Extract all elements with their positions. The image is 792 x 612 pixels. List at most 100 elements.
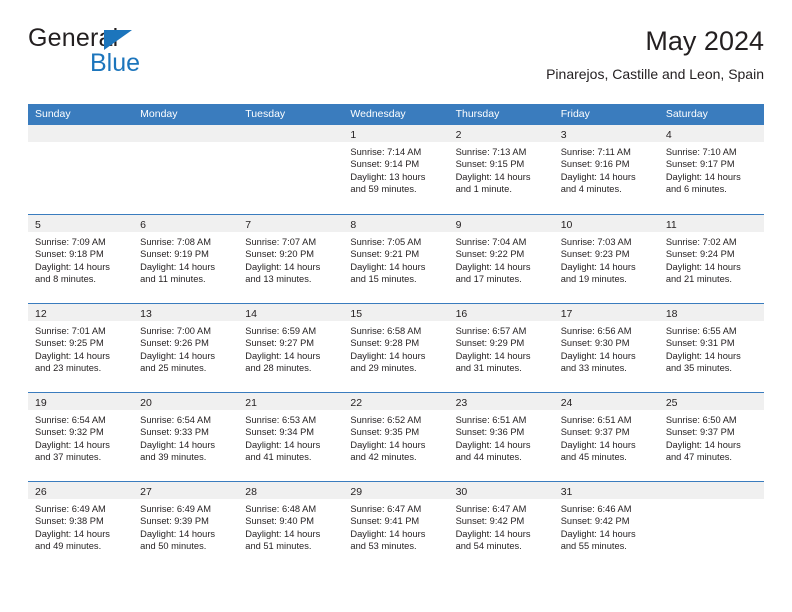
sunrise-text: Sunrise: 7:13 AM [455, 147, 527, 157]
sunset-text: Sunset: 9:36 PM [455, 427, 525, 438]
sunset-text: Sunset: 9:25 PM [35, 338, 104, 349]
day-number-band: 12 [28, 304, 134, 321]
calendar-day-cell[interactable]: 21 Sunrise: 6:53 AM Sunset: 9:34 PM Dayligh… [238, 393, 344, 481]
calendar-day-cell[interactable]: 31 Sunrise: 6:46 AM Sunset: 9:42 PM Dayligh… [553, 482, 659, 570]
day-number-band: 4 [658, 125, 764, 142]
calendar-day-cell[interactable]: 22 Sunrise: 6:52 AM Sunset: 9:35 PM Dayligh… [343, 393, 449, 481]
day-number-band: 23 [448, 393, 554, 410]
daylight-text: Daylight: 14 hours and 55 minutes. [560, 528, 636, 551]
day-number: 14 [245, 308, 257, 320]
day-details: Sunrise: 7:01 AM Sunset: 9:25 PM Daylight:… [28, 321, 133, 374]
calendar-day-cell[interactable]: 29 Sunrise: 6:47 AM Sunset: 9:41 PM Dayligh… [343, 482, 449, 570]
sunset-text: Sunset: 9:24 PM [665, 249, 735, 260]
calendar-day-cell[interactable]: 25 Sunrise: 6:50 AM Sunset: 9:37 PM Dayligh… [658, 393, 764, 481]
calendar-day-cell[interactable]: 9 Sunrise: 7:04 AM Sunset: 9:22 PM Daylight… [448, 215, 554, 303]
day-number-band: 2 [448, 125, 554, 142]
sunset-text: Sunset: 9:41 PM [350, 516, 420, 527]
calendar-day-cell[interactable]: 3 Sunrise: 7:11 AM Sunset: 9:16 PM Daylight… [553, 125, 659, 214]
daylight-text: Daylight: 14 hours and 31 minutes. [455, 350, 531, 373]
calendar-day-cell-empty [238, 125, 344, 214]
daylight-text: Daylight: 14 hours and 35 minutes. [665, 350, 741, 373]
sunrise-text: Sunrise: 7:00 AM [140, 326, 211, 336]
daylight-text: Daylight: 14 hours and 45 minutes. [560, 439, 636, 462]
day-details: Sunrise: 6:50 AM Sunset: 9:37 PM Daylight:… [659, 410, 764, 463]
daylight-text: Daylight: 14 hours and 15 minutes. [350, 261, 426, 284]
calendar-day-cell[interactable]: 23 Sunrise: 6:51 AM Sunset: 9:36 PM Dayligh… [448, 393, 554, 481]
sunrise-text: Sunrise: 7:09 AM [35, 237, 106, 247]
calendar-day-cell[interactable]: 15 Sunrise: 6:58 AM Sunset: 9:28 PM Dayligh… [343, 304, 449, 392]
daylight-text: Daylight: 14 hours and 17 minutes. [455, 261, 531, 284]
day-number: 21 [245, 397, 257, 409]
calendar-day-cell[interactable]: 26 Sunrise: 6:49 AM Sunset: 9:38 PM Dayligh… [28, 482, 134, 570]
daylight-text: Daylight: 14 hours and 8 minutes. [35, 261, 110, 284]
daylight-text: Daylight: 14 hours and 4 minutes. [560, 171, 636, 194]
calendar-day-cell[interactable]: 1 Sunrise: 7:14 AM Sunset: 9:14 PM Daylight… [343, 125, 449, 214]
daylight-text: Daylight: 14 hours and 33 minutes. [560, 350, 636, 373]
sunset-text: Sunset: 9:29 PM [455, 338, 525, 349]
day-number: 9 [455, 219, 462, 231]
daylight-text: Daylight: 14 hours and 44 minutes. [455, 439, 531, 462]
calendar-day-cell[interactable]: 16 Sunrise: 6:57 AM Sunset: 9:29 PM Dayligh… [448, 304, 554, 392]
calendar-day-cell[interactable]: 27 Sunrise: 6:49 AM Sunset: 9:39 PM Dayligh… [133, 482, 239, 570]
daylight-text: Daylight: 14 hours and 53 minutes. [350, 528, 426, 551]
daylight-text: Daylight: 14 hours and 47 minutes. [665, 439, 741, 462]
day-number: 12 [35, 308, 47, 320]
day-number-band [658, 482, 764, 499]
sunset-text: Sunset: 9:20 PM [245, 249, 315, 260]
day-number-band: 30 [448, 482, 554, 499]
sunrise-text: Sunrise: 7:14 AM [350, 147, 422, 157]
day-number-band: 17 [553, 304, 659, 321]
calendar-day-cell[interactable]: 7 Sunrise: 7:07 AM Sunset: 9:20 PM Daylight… [238, 215, 344, 303]
daylight-text: Daylight: 14 hours and 25 minutes. [140, 350, 216, 373]
sunrise-text: Sunrise: 7:08 AM [140, 237, 211, 247]
day-number-band: 3 [553, 125, 659, 142]
daylight-text: Daylight: 14 hours and 49 minutes. [35, 528, 110, 551]
daylight-text: Daylight: 14 hours and 41 minutes. [245, 439, 321, 462]
calendar-day-cell[interactable]: 30 Sunrise: 6:47 AM Sunset: 9:42 PM Dayligh… [448, 482, 554, 570]
sunset-text: Sunset: 9:28 PM [350, 338, 420, 349]
calendar-week-row: 26 Sunrise: 6:49 AM Sunset: 9:38 PM Dayligh… [28, 481, 764, 570]
calendar-day-cell[interactable]: 24 Sunrise: 6:51 AM Sunset: 9:37 PM Dayligh… [553, 393, 659, 481]
sunset-text: Sunset: 9:14 PM [350, 159, 420, 170]
general-blue-logo: General Blue [28, 26, 258, 88]
calendar-day-cell[interactable]: 10 Sunrise: 7:03 AM Sunset: 9:23 PM Dayligh… [553, 215, 659, 303]
calendar-day-cell[interactable]: 28 Sunrise: 6:48 AM Sunset: 9:40 PM Dayligh… [238, 482, 344, 570]
day-details: Sunrise: 6:57 AM Sunset: 9:29 PM Daylight:… [449, 321, 554, 374]
daylight-text: Daylight: 14 hours and 19 minutes. [560, 261, 636, 284]
calendar-day-cell[interactable]: 5 Sunrise: 7:09 AM Sunset: 9:18 PM Daylight… [28, 215, 134, 303]
calendar-day-cell[interactable]: 12 Sunrise: 7:01 AM Sunset: 9:25 PM Dayligh… [28, 304, 134, 392]
daylight-text: Daylight: 13 hours and 59 minutes. [350, 171, 426, 194]
sunset-text: Sunset: 9:38 PM [35, 516, 104, 527]
day-number: 7 [245, 219, 252, 231]
calendar-day-cell[interactable]: 4 Sunrise: 7:10 AM Sunset: 9:17 PM Daylight… [658, 125, 764, 214]
page-header: General Blue May 2024 Pinarejos, Castill… [28, 26, 764, 98]
calendar-day-cell[interactable]: 11 Sunrise: 7:02 AM Sunset: 9:24 PM Dayligh… [658, 215, 764, 303]
day-number: 17 [560, 308, 573, 320]
calendar-day-cell[interactable]: 8 Sunrise: 7:05 AM Sunset: 9:21 PM Daylight… [343, 215, 449, 303]
calendar-day-cell[interactable]: 13 Sunrise: 7:00 AM Sunset: 9:26 PM Dayligh… [133, 304, 239, 392]
calendar-day-cell[interactable]: 14 Sunrise: 6:59 AM Sunset: 9:27 PM Dayligh… [238, 304, 344, 392]
calendar-day-cell[interactable]: 17 Sunrise: 6:56 AM Sunset: 9:30 PM Dayligh… [553, 304, 659, 392]
sunrise-text: Sunrise: 6:55 AM [665, 326, 737, 336]
day-number-band: 18 [658, 304, 764, 321]
sunrise-text: Sunrise: 6:54 AM [35, 415, 106, 425]
sunrise-text: Sunrise: 6:51 AM [455, 415, 527, 425]
day-details: Sunrise: 6:54 AM Sunset: 9:32 PM Daylight:… [28, 410, 133, 463]
daylight-text: Daylight: 14 hours and 28 minutes. [245, 350, 321, 373]
day-number-band: 1 [343, 125, 449, 142]
calendar-day-cell[interactable]: 19 Sunrise: 6:54 AM Sunset: 9:32 PM Dayligh… [28, 393, 134, 481]
calendar-day-cell[interactable]: 18 Sunrise: 6:55 AM Sunset: 9:31 PM Dayligh… [658, 304, 764, 392]
day-number-band: 29 [343, 482, 449, 499]
calendar-day-cell[interactable]: 2 Sunrise: 7:13 AM Sunset: 9:15 PM Daylight… [448, 125, 554, 214]
day-details: Sunrise: 6:59 AM Sunset: 9:27 PM Daylight:… [238, 321, 343, 374]
day-number-band: 15 [343, 304, 449, 321]
weekday-header-wednesday: Wednesday [350, 108, 406, 120]
day-details: Sunrise: 7:03 AM Sunset: 9:23 PM Daylight:… [554, 232, 659, 285]
weekday-header-friday: Friday [560, 108, 590, 120]
calendar-day-cell[interactable]: 6 Sunrise: 7:08 AM Sunset: 9:19 PM Daylight… [133, 215, 239, 303]
day-number: 26 [35, 486, 47, 498]
calendar-grid: Sunday Monday Tuesday Wednesday Thursday Frid… [28, 104, 764, 570]
calendar-day-cell[interactable]: 20 Sunrise: 6:54 AM Sunset: 9:33 PM Dayligh… [133, 393, 239, 481]
sunrise-text: Sunrise: 6:50 AM [665, 415, 737, 425]
day-details: Sunrise: 6:51 AM Sunset: 9:36 PM Daylight:… [449, 410, 554, 463]
